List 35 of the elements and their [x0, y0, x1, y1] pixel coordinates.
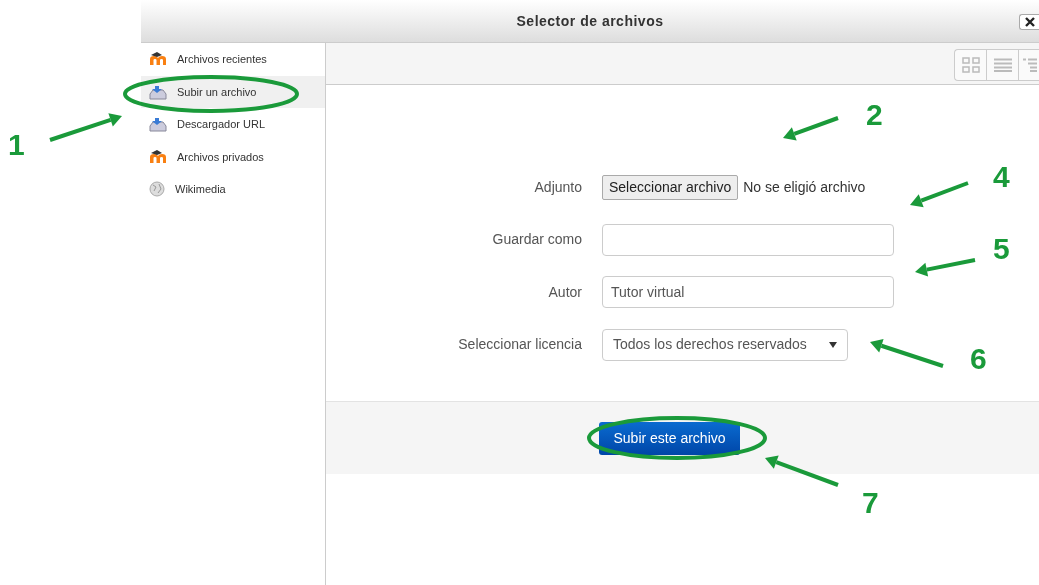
field-label: Guardar como: [491, 230, 583, 250]
file-status: No se eligió archivo: [743, 177, 866, 197]
choose-file-button[interactable]: Seleccionar archivo: [602, 174, 739, 200]
list-icon: [993, 57, 1012, 72]
input-field[interactable]: Tutor virtual: [602, 276, 894, 309]
tray-arrow-icon: [149, 83, 167, 100]
tray-arrow-icon: [149, 116, 167, 133]
sidebar-item[interactable]: Wikimedia: [141, 173, 325, 206]
logo-icon: [149, 149, 167, 164]
field-label: Adjunto: [533, 177, 583, 197]
callout-number: 4: [993, 162, 1010, 192]
pointer-arrow: [910, 181, 969, 208]
close-button[interactable]: [1019, 14, 1039, 30]
callout-number: 5: [993, 234, 1010, 264]
caret-icon: [829, 341, 837, 348]
upload-button[interactable]: Subir este archivo: [599, 421, 740, 455]
close-icon: [1024, 17, 1035, 27]
callout-number: 1: [8, 130, 25, 160]
callout-number: 2: [866, 100, 883, 130]
sidebar-item[interactable]: Archivos recientes: [141, 43, 325, 76]
field-label: Autor: [547, 282, 583, 302]
license-dropdown[interactable]: Todos los derechos reservados: [602, 328, 848, 361]
grid-icon: [961, 56, 980, 73]
input-field[interactable]: [602, 223, 894, 256]
sidebar-item[interactable]: Descargador URL: [141, 108, 325, 141]
logo-icon: [149, 52, 167, 67]
callout-number: 7: [862, 488, 879, 518]
tree-list-icon: [1023, 57, 1037, 72]
field-label: Seleccionar licencia: [457, 335, 583, 355]
window-title: Selector de archivos: [516, 11, 664, 31]
pointer-arrow: [783, 116, 839, 141]
globe-icon: [149, 181, 165, 198]
sidebar-item[interactable]: Archivos privados: [141, 140, 325, 173]
callout-number: 6: [970, 344, 987, 374]
pointer-arrow: [915, 258, 976, 277]
